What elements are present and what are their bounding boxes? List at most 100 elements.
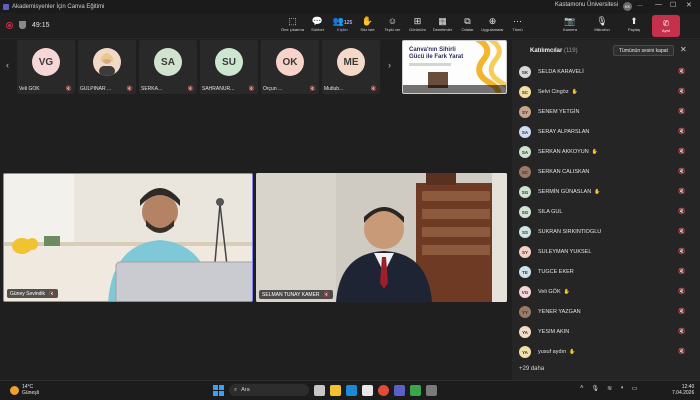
- people-button[interactable]: 👥125 Kişiler: [330, 15, 355, 32]
- mic-muted-icon[interactable]: 🔇: [678, 128, 685, 135]
- ellipsis-icon: ⋯: [513, 16, 522, 26]
- avatar: TE: [519, 266, 531, 278]
- participant-row[interactable]: SY SULEYMAN YUKSEL 🔇: [512, 244, 700, 262]
- video-tile-presenter[interactable]: Güney Sevindik 🔇: [3, 173, 253, 302]
- controls-icon: ▦: [438, 16, 447, 26]
- react-button[interactable]: ☺ Tepki ver: [380, 15, 405, 32]
- volume-icon[interactable]: ◖: [620, 385, 624, 392]
- close-window-button[interactable]: ✕: [686, 1, 692, 9]
- presenter-video-frame: [4, 174, 252, 301]
- people-count: 125: [343, 20, 353, 26]
- task-view-icon[interactable]: [314, 384, 325, 396]
- edge-icon[interactable]: [346, 384, 357, 396]
- gallery-prev-icon[interactable]: ‹: [6, 60, 9, 70]
- mic-muted-icon[interactable]: 🔇: [678, 68, 685, 75]
- weather-widget[interactable]: 14°C Güneşli: [10, 384, 39, 396]
- account-avatar[interactable]: KK: [623, 2, 632, 11]
- wifi-icon[interactable]: ≋: [607, 385, 612, 392]
- gallery-next-icon[interactable]: ›: [388, 60, 391, 70]
- more-button[interactable]: ⋯ Tümü: [505, 15, 530, 32]
- mic-muted-icon[interactable]: 🔇: [678, 168, 685, 175]
- avatar: SK: [519, 66, 531, 78]
- raise-hand-button[interactable]: ✋ Söz iste: [355, 15, 380, 32]
- gallery-tile[interactable]: VG Veli GÖK 🔇: [17, 40, 75, 94]
- chrome-icon[interactable]: [378, 384, 389, 396]
- more-options-icon[interactable]: ...: [637, 1, 643, 8]
- gallery-tile[interactable]: SU SAHRANUR... 🔇: [200, 40, 258, 94]
- rooms-button[interactable]: ⧉ Odalar: [455, 15, 480, 32]
- avatar: OK: [276, 48, 304, 76]
- store-icon[interactable]: [362, 384, 373, 396]
- participant-row[interactable]: SS SUKRAN SIRKINTIOGLU 🔇: [512, 224, 700, 242]
- gallery-tile[interactable]: SA SERKA... 🔇: [139, 40, 197, 94]
- app-icon[interactable]: [410, 384, 421, 396]
- battery-icon[interactable]: ▭: [632, 385, 638, 392]
- windows-start-icon[interactable]: [213, 384, 224, 396]
- avatar: YA: [519, 346, 531, 358]
- minimize-button[interactable]: —: [655, 1, 662, 8]
- controls-button[interactable]: ▦ Denetimler: [430, 15, 455, 32]
- gallery-tile[interactable]: OK Orçun ... 🔇: [261, 40, 319, 94]
- avatar: SU: [215, 48, 243, 76]
- chevron-up-icon[interactable]: ˄: [580, 385, 584, 392]
- participant-row[interactable]: YA yusuf aydın ✋ 🔇: [512, 344, 700, 362]
- mic-muted-icon[interactable]: 🔇: [678, 308, 685, 315]
- mic-muted-icon[interactable]: 🔇: [678, 108, 685, 115]
- mic-muted-icon[interactable]: 🔇: [678, 288, 685, 295]
- participant-count: (119): [564, 48, 578, 54]
- participant-name: SENEM YETGİN: [538, 109, 580, 115]
- mute-all-button[interactable]: Tümünün sesini kapat: [613, 45, 674, 56]
- mic-muted-icon[interactable]: 🔇: [678, 268, 685, 275]
- share-button[interactable]: ⬆ Paylaş: [620, 15, 648, 37]
- participant-row[interactable]: VG Veli GÖK ✋ 🔇: [512, 284, 700, 302]
- microphone-icon[interactable]: 🎙: [592, 385, 600, 392]
- participant-video-frame: [256, 173, 507, 302]
- mic-muted-icon[interactable]: 🔇: [678, 248, 685, 255]
- gallery-tile[interactable]: GULPINAR ... 🔇: [78, 40, 136, 94]
- mic-muted-icon[interactable]: 🔇: [678, 88, 685, 95]
- toolbar-actions: ⬚ Öne çıkarma 💬 Sohbet 👥125 Kişiler ✋ Söz is…: [280, 15, 530, 32]
- shared-screen-thumbnail[interactable]: Canva'nın Sihirli Gücü ile Fark Yarat: [402, 40, 507, 94]
- mic-muted-icon[interactable]: 🔇: [678, 208, 685, 215]
- view-button[interactable]: ⊞ Görünüm: [405, 15, 430, 32]
- participant-row[interactable]: SY SENEM YETGİN 🔇: [512, 104, 700, 122]
- participant-row[interactable]: SG SERMİN GÜNASLAN ✋ 🔇: [512, 184, 700, 202]
- participant-row[interactable]: SK SELDA KARAVELİ 🔇: [512, 64, 700, 82]
- mic-muted-icon[interactable]: 🔇: [678, 148, 685, 155]
- spotlight-icon: ⬚: [288, 16, 297, 26]
- taskbar-clock[interactable]: 12:40 7.04.2026: [672, 384, 694, 396]
- participant-name: YESIM AKIN: [538, 329, 570, 335]
- participant-row[interactable]: SA SERKAN AKKOYUN ✋ 🔇: [512, 144, 700, 162]
- app-icon[interactable]: [426, 384, 437, 396]
- participant-row[interactable]: TE TUGCE EKER 🔇: [512, 264, 700, 282]
- microphone-button[interactable]: 🎙 Mikrofon: [588, 15, 616, 37]
- participant-name: YENER YAZGAN: [538, 309, 581, 315]
- participant-row[interactable]: YA YESIM AKIN 🔇: [512, 324, 700, 342]
- close-panel-icon[interactable]: ✕: [680, 45, 687, 54]
- panel-title: Katılımcılar (119): [530, 48, 578, 54]
- maximize-button[interactable]: ☐: [670, 1, 676, 9]
- participant-row[interactable]: SA SERAY ALPARSLAN 🔇: [512, 124, 700, 142]
- chat-button[interactable]: 💬 Sohbet: [305, 15, 330, 32]
- apps-button[interactable]: ⊕ Uygulamalar: [480, 15, 505, 32]
- title-bar: Akademisyenler İçin Canva Eğitimi Kastam…: [0, 0, 700, 13]
- participant-name: SELDA KARAVELİ: [538, 69, 584, 75]
- participant-row[interactable]: SG SILA GUL 🔇: [512, 204, 700, 222]
- participant-row[interactable]: SC Selvi Cingöz ✋ 🔇: [512, 84, 700, 102]
- mic-muted-icon[interactable]: 🔇: [678, 348, 685, 355]
- participant-row[interactable]: SC SERKAN CALISKAN 🔇: [512, 164, 700, 182]
- video-tile-participant[interactable]: SELMAN TUNAY KAMER 🔇: [256, 173, 507, 302]
- mic-muted-icon[interactable]: 🔇: [678, 328, 685, 335]
- gallery-tile[interactable]: ME Mutlub... 🔇: [322, 40, 380, 94]
- leave-button[interactable]: ✆ Ayrıl: [652, 15, 680, 37]
- teams-icon[interactable]: [394, 384, 405, 396]
- mic-muted-icon[interactable]: 🔇: [678, 188, 685, 195]
- file-explorer-icon[interactable]: [330, 384, 341, 396]
- more-participants-link[interactable]: +29 daha: [519, 366, 544, 372]
- participant-row[interactable]: YY YENER YAZGAN 🔇: [512, 304, 700, 322]
- mic-muted-icon[interactable]: 🔇: [678, 228, 685, 235]
- raised-hand-icon: ✋: [563, 289, 570, 295]
- camera-button[interactable]: 📷 Kamera: [556, 15, 584, 37]
- taskbar-search[interactable]: ⌕ Ara: [229, 384, 309, 396]
- spotlight-button[interactable]: ⬚ Öne çıkarma: [280, 15, 305, 32]
